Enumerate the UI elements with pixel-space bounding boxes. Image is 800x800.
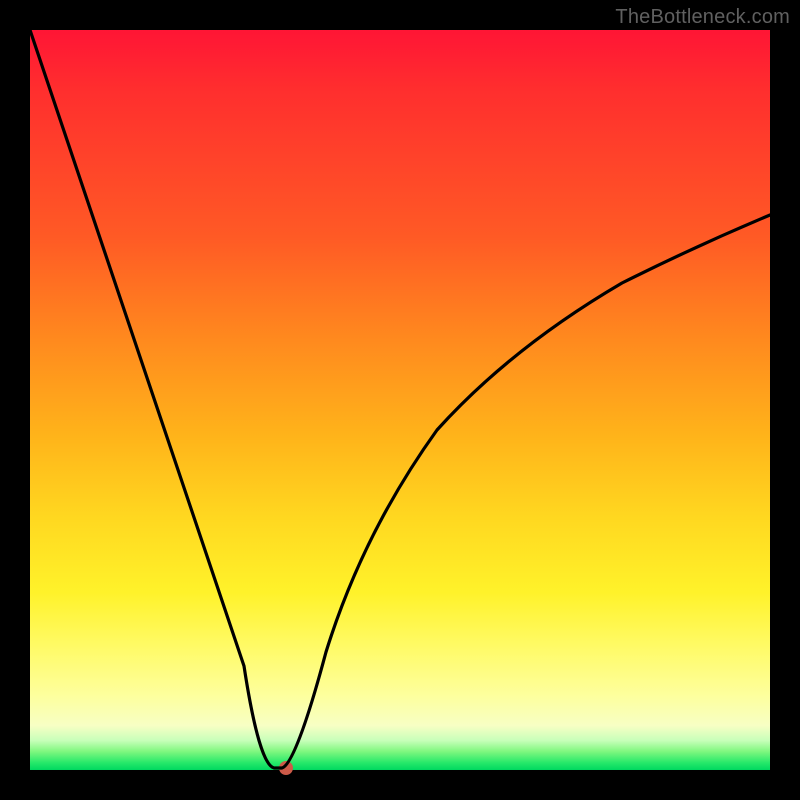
- curve-svg: [30, 30, 770, 770]
- bottleneck-curve: [30, 30, 770, 768]
- watermark-text: TheBottleneck.com: [615, 6, 790, 29]
- plot-area: [30, 30, 770, 770]
- chart-frame: TheBottleneck.com: [0, 0, 800, 800]
